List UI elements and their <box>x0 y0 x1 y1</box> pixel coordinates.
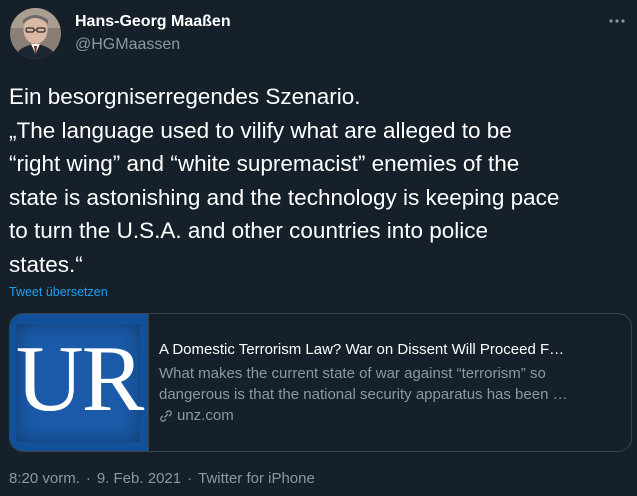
tweet-source[interactable]: Twitter for iPhone <box>198 470 315 487</box>
tweet-time[interactable]: 8:20 vorm. <box>9 470 80 487</box>
tweet-meta: 8:20 vorm. · 9. Feb. 2021 · Twitter for iPho… <box>9 470 315 487</box>
link-preview-card[interactable]: UR A Domestic Terrorism Law? War on Diss… <box>9 313 632 452</box>
tweet-text-line: states.“ <box>9 251 83 277</box>
meta-separator: · <box>187 470 193 487</box>
tweet-text: Ein besorgniserregendes Szenario. „The l… <box>9 80 635 282</box>
avatar[interactable] <box>10 8 61 59</box>
translate-tweet-link[interactable]: Tweet übersetzen <box>9 285 108 299</box>
card-image: UR <box>10 314 149 451</box>
card-description-line: What makes the current state of war agai… <box>159 365 546 382</box>
more-horizontal-icon[interactable] <box>603 10 631 32</box>
tweet-text-line: Ein besorgniserregendes Szenario. <box>9 84 361 109</box>
card-description-line: dangerous is that the national security … <box>159 386 568 403</box>
tweet-text-line: state is astonishing and the technology … <box>9 184 560 210</box>
meta-separator: · <box>85 470 91 487</box>
card-logo-text: UR <box>15 327 145 431</box>
card-title: A Domestic Terrorism Law? War on Dissent… <box>159 341 565 358</box>
card-domain-text: unz.com <box>177 407 234 424</box>
link-icon <box>160 409 172 422</box>
avatar-photo <box>10 8 61 59</box>
tweet-date[interactable]: 9. Feb. 2021 <box>97 470 181 487</box>
card-domain: unz.com <box>159 407 234 424</box>
tweet-text-line: “right wing” and “white supremacist” ene… <box>9 151 520 177</box>
tweet-text-line: to turn the U.S.A. and other countries i… <box>9 218 489 244</box>
tweet-text-line: „The language used to vilify what are al… <box>9 117 512 143</box>
author-handle[interactable]: @HGMaassen <box>75 36 180 54</box>
author-name[interactable]: Hans-Georg Maaßen <box>75 13 231 31</box>
card-description: What makes the current state of war agai… <box>159 363 621 405</box>
tweet: Hans-Georg Maaßen @HGMaassen Ein besorgn… <box>0 0 637 496</box>
